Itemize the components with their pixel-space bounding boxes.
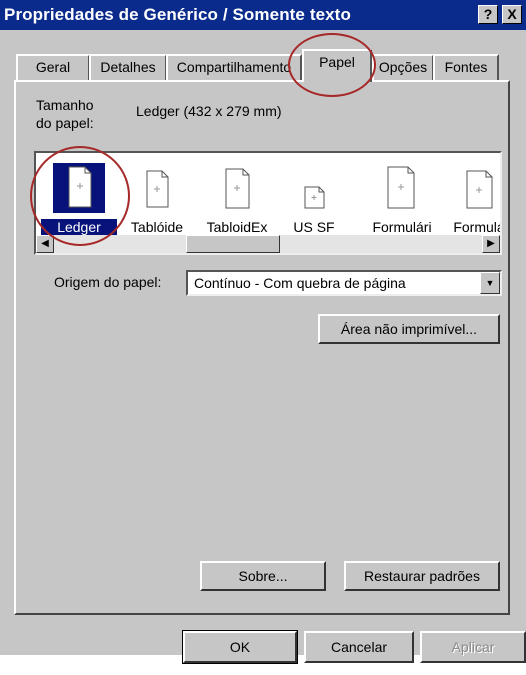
paper-item-formulario-2[interactable]: Formulá: [441, 163, 502, 238]
arrow-right-icon[interactable]: ▶: [482, 235, 500, 253]
paper-source-select[interactable]: Contínuo - Com quebra de página ▼: [186, 270, 502, 296]
paper-item-label: Ledger: [41, 219, 117, 235]
paper-item-label: Tablóide: [130, 219, 184, 235]
tab-opcoes[interactable]: Opções: [372, 54, 434, 80]
paper-item-us-sf[interactable]: US SF: [276, 163, 352, 238]
title-bar[interactable]: Propriedades de Genérico / Somente texto…: [0, 0, 526, 30]
paper-sheet-icon: [453, 163, 500, 213]
paper-list-scrollbar[interactable]: ◀ ▶: [36, 235, 500, 253]
paper-item-ledger[interactable]: Ledger: [41, 163, 117, 238]
paper-item-label: TabloidEx: [206, 219, 268, 235]
close-button[interactable]: X: [502, 5, 522, 24]
paper-item-label: US SF: [293, 219, 335, 235]
about-button[interactable]: Sobre...: [200, 561, 326, 591]
paper-size-list[interactable]: Ledger Tablóide TabloidEx US SF Formulár…: [34, 151, 502, 255]
paper-size-label-line1: Tamanho: [36, 97, 94, 113]
help-button[interactable]: ?: [478, 5, 498, 24]
paper-sheet-icon: [288, 163, 340, 213]
paper-sheet-icon: [376, 163, 428, 213]
paper-item-label: Formulá: [453, 219, 502, 235]
paper-size-value: Ledger (432 x 279 mm): [136, 103, 282, 119]
scrollbar-thumb[interactable]: [186, 235, 280, 253]
paper-item-tabloidex[interactable]: TabloidEx: [199, 163, 275, 238]
unprintable-area-button[interactable]: Área não imprimível...: [318, 314, 500, 344]
window-title: Propriedades de Genérico / Somente texto: [4, 5, 351, 24]
chevron-down-icon[interactable]: ▼: [480, 272, 500, 294]
paper-item-label: Formulári: [372, 219, 432, 235]
ok-button[interactable]: OK: [182, 630, 298, 664]
cancel-button[interactable]: Cancelar: [304, 631, 414, 663]
arrow-left-icon[interactable]: ◀: [36, 235, 54, 253]
paper-item-tabloide[interactable]: Tablóide: [119, 163, 195, 238]
tab-fontes[interactable]: Fontes: [433, 54, 499, 80]
paper-source-label: Origem do papel:: [54, 274, 162, 290]
paper-sheet-icon: [131, 163, 183, 213]
paper-sheet-icon: [211, 163, 263, 213]
tab-detalhes[interactable]: Detalhes: [89, 54, 167, 80]
tab-papel[interactable]: Papel: [302, 49, 372, 82]
paper-source-value: Contínuo - Com quebra de página: [194, 275, 406, 291]
tab-compartilhamento[interactable]: Compartilhamento: [166, 54, 302, 80]
paper-sheet-icon: [53, 163, 105, 213]
tab-geral[interactable]: Geral: [16, 54, 90, 80]
properties-dialog: Propriedades de Genérico / Somente texto…: [0, 0, 526, 664]
apply-button[interactable]: Aplicar: [420, 631, 526, 663]
paper-size-label-line2: do papel:: [36, 115, 94, 131]
restore-defaults-button[interactable]: Restaurar padrões: [344, 561, 500, 591]
paper-item-formulario[interactable]: Formulári: [364, 163, 440, 238]
